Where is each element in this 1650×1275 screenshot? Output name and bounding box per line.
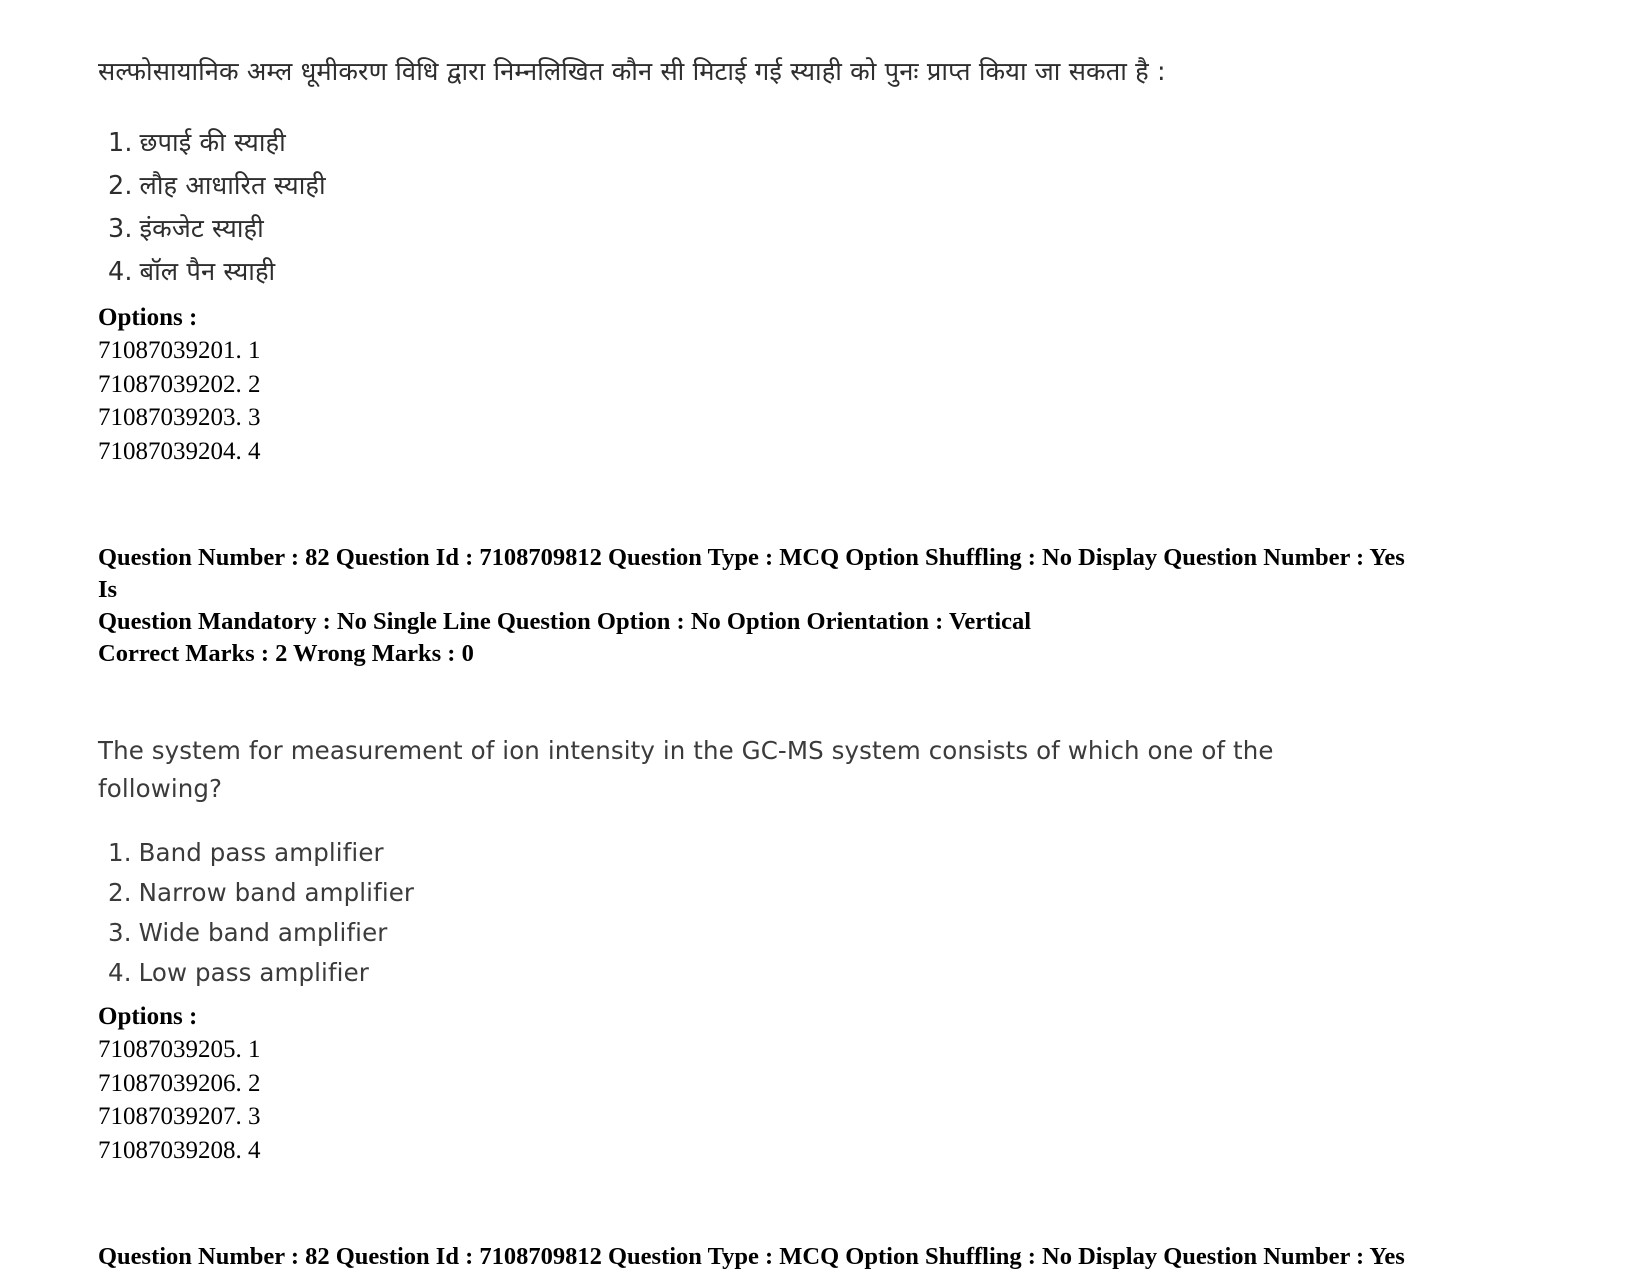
page-content: सल्फोसायानिक अम्ल धूमीकरण विधि द्वारा नि… [98,52,1418,1275]
choice-label: Wide band amplifier [138,918,388,947]
option-id-row: 71087039201. 1 [98,337,261,364]
english-choice-list: 1. Band pass amplifier 2. Narrow band am… [98,834,1418,992]
option-id-row: 71087039205. 1 [98,1036,261,1063]
choice-label: बॉल पैन स्याही [139,257,276,287]
exam-question-page: सल्फोसायानिक अम्ल धूमीकरण विधि द्वारा नि… [0,0,1650,1275]
option-id-row: 71087039203. 3 [98,404,261,431]
choice-item: 2. लौह आधारित स्याही [98,166,1418,207]
choice-label: Low pass amplifier [138,958,369,987]
question-metadata-block-first: Question Number : 82 Question Id : 71087… [98,542,1418,670]
choice-label: छपाई की स्याही [139,128,286,158]
options-heading: Options : [98,304,198,331]
english-question-block: The system for measurement of ion intens… [98,732,1418,1167]
choice-number: 3. [108,214,133,244]
metadata-line-identity: Question Number : 82 Question Id : 71087… [98,1243,1405,1270]
choice-number: 1. [108,128,133,158]
choice-item: 3. Wide band amplifier [98,914,1418,952]
option-id-row: 71087039204. 4 [98,437,261,465]
choice-number: 4. [108,958,132,987]
option-id-row: 71087039208. 4 [98,1136,261,1164]
choice-number: 4. [108,257,133,287]
choice-number: 1. [108,838,132,867]
choice-label: लौह आधारित स्याही [139,171,326,201]
hindi-option-id-list: 71087039201. 1 71087039202. 2 7108703920… [98,334,1418,468]
choice-label: Band pass amplifier [138,838,384,867]
hindi-question-stem: सल्फोसायानिक अम्ल धूमीकरण विधि द्वारा नि… [98,57,1166,87]
option-id-row: 71087039207. 3 [98,1103,261,1130]
choice-number: 2. [108,878,132,907]
question-metadata-block-second: Question Number : 82 Question Id : 71087… [98,1241,1418,1275]
choice-item: 4. Low pass amplifier [98,954,1418,992]
hindi-choice-list: 1. छपाई की स्याही 2. लौह आधारित स्याही 3… [98,123,1418,293]
choice-item: 1. छपाई की स्याही [98,123,1418,164]
choice-label: Narrow band amplifier [138,878,415,907]
option-id-row: 71087039206. 2 [98,1069,261,1097]
options-heading: Options : [98,1003,198,1030]
english-option-id-list: 71087039205. 1 71087039206. 2 7108703920… [98,1033,1418,1167]
choice-number: 2. [108,171,133,201]
english-question-stem: The system for measurement of ion intens… [98,736,1274,803]
option-id-row: 71087039202. 2 [98,370,261,398]
choice-label: इंकजेट स्याही [139,214,264,244]
hindi-question-block: सल्फोसायानिक अम्ल धूमीकरण विधि द्वारा नि… [98,52,1418,468]
choice-number: 3. [108,918,132,947]
metadata-line-identity: Question Number : 82 Question Id : 71087… [98,544,1405,603]
choice-item: 4. बॉल पैन स्याही [98,252,1418,293]
metadata-line-marks: Correct Marks : 2 Wrong Marks : 0 [98,640,474,667]
metadata-line-mandatory: Question Mandatory : No Single Line Ques… [98,608,1032,635]
choice-item: 2. Narrow band amplifier [98,874,1418,912]
choice-item: 3. इंकजेट स्याही [98,209,1418,250]
choice-item: 1. Band pass amplifier [98,834,1418,872]
